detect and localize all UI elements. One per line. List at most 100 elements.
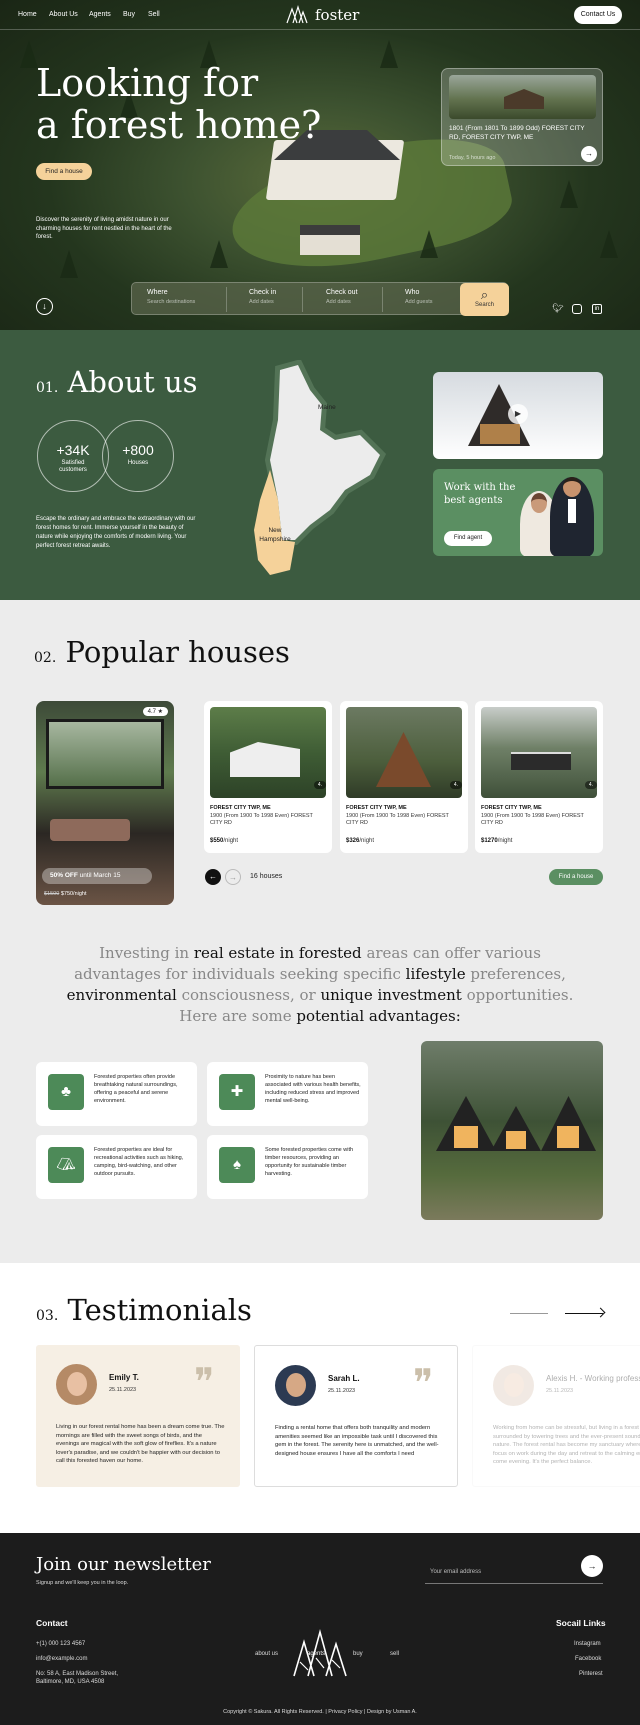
- instagram-icon[interactable]: [572, 304, 582, 314]
- footer-link-buy[interactable]: buy: [353, 1651, 363, 1657]
- newsletter-subtitle: Signup and we'll keep you in the loop.: [36, 1580, 129, 1586]
- house-title: FOREST CITY TWP, ME: [210, 805, 271, 811]
- quote-highlight: lifestyle: [405, 965, 466, 983]
- tree: [600, 230, 618, 258]
- search-button[interactable]: ⌕ Search: [460, 283, 509, 316]
- house-card[interactable]: 4. FOREST CITY TWP, ME 1900 (From 1900 T…: [340, 701, 468, 853]
- find-house-button[interactable]: Find a house: [549, 869, 603, 885]
- contact-phone[interactable]: +(1) 000 123 4567: [36, 1641, 85, 1647]
- video-thumbnail-window: [480, 424, 520, 444]
- logo[interactable]: foster: [285, 5, 359, 25]
- divider: [226, 287, 227, 312]
- advantage-text: Some forested properties come with timbe…: [265, 1147, 354, 1177]
- search-check-in[interactable]: Check in Add dates: [249, 289, 276, 305]
- prev-arrow-icon[interactable]: [510, 1313, 548, 1314]
- testimonial-date: 25.11.2023: [328, 1388, 356, 1394]
- nav-agents[interactable]: Agents: [89, 11, 111, 18]
- search-button-label: Search: [474, 302, 494, 308]
- testimonials-heading: 03. Testimonials: [36, 1293, 252, 1327]
- health-icon: ✚: [219, 1074, 255, 1110]
- footer: Join our newsletter Signup and we'll kee…: [0, 1533, 640, 1725]
- tree: [210, 240, 228, 268]
- arrow-right-icon[interactable]: →: [581, 146, 597, 162]
- offer-percent: 50% OFF: [50, 872, 78, 879]
- timber-icon: ♠: [219, 1147, 255, 1183]
- next-arrow-icon[interactable]: →: [225, 869, 241, 885]
- scroll-down-icon[interactable]: ↓: [36, 298, 53, 315]
- rating-badge: 4.: [449, 781, 462, 789]
- testimonial-card: Sarah L. 25.11.2023 ❞ Finding a rental h…: [254, 1345, 458, 1487]
- footer-link-agents[interactable]: agents: [307, 1651, 325, 1657]
- contact-us-button[interactable]: Contact Us: [574, 6, 622, 24]
- nav-about-us[interactable]: About Us: [49, 11, 78, 18]
- testimonial-card: Alexis H. - Working professional 25.11.2…: [472, 1345, 640, 1487]
- featured-house-card[interactable]: 4.7 ★ 50% OFF until March 15 $1500 $750/…: [36, 701, 174, 905]
- advantage-card: ⛺︎ Forested properties are ideal for rec…: [36, 1135, 197, 1199]
- price-unit: /night: [359, 838, 375, 844]
- social-link-instagram[interactable]: Instagram: [574, 1641, 601, 1647]
- about-section: 01. About us +34K Satisfied customers +8…: [0, 330, 640, 600]
- popular-heading: 02. Popular houses: [34, 635, 290, 669]
- house-address: 1900 (From 1900 To 1998 Even) FOREST CIT…: [481, 813, 584, 826]
- footer-link-sell[interactable]: sell: [390, 1651, 399, 1657]
- house-price: $326/night: [346, 838, 374, 844]
- rating-badge: 4.: [313, 781, 326, 789]
- house-price: $1270/night: [481, 838, 512, 844]
- search-who[interactable]: Who Add guests: [405, 289, 433, 305]
- social-heading: Socail Links: [556, 1618, 606, 1628]
- nav-sell[interactable]: Sell: [148, 11, 160, 18]
- tree: [380, 40, 398, 68]
- check-out-placeholder: Add dates: [326, 299, 351, 305]
- search-bar: Where Search destinations Check in Add d…: [131, 282, 509, 316]
- prev-arrow-icon[interactable]: ←: [205, 869, 221, 885]
- stat-label: Houses: [127, 460, 149, 466]
- divider: [382, 287, 383, 312]
- advantage-text: Proximity to nature has been associated …: [265, 1074, 361, 1104]
- find-agent-button[interactable]: Find agent: [444, 531, 492, 546]
- price-unit: /night: [223, 838, 239, 844]
- section-number: 01.: [36, 380, 59, 396]
- contact-address-1: No: 58 A, East Madison Street,: [36, 1671, 119, 1677]
- email-input[interactable]: Your email address: [425, 1564, 603, 1584]
- search-where[interactable]: Where Search destinations: [147, 289, 195, 305]
- featured-house-window: [46, 719, 164, 789]
- who-placeholder: Add guests: [405, 299, 433, 305]
- where-label: Where: [147, 289, 168, 296]
- linkedin-icon[interactable]: in: [592, 304, 602, 314]
- testimonial-text: Finding a rental home that offers both t…: [275, 1425, 439, 1457]
- offer-date: until March 15: [77, 872, 121, 879]
- featured-price: $1500 $750/night: [44, 891, 87, 897]
- offer-badge: 50% OFF until March 15: [42, 868, 152, 884]
- social-link-pinterest[interactable]: Pinterest: [579, 1671, 603, 1677]
- testimonial-name: Sarah L.: [328, 1374, 360, 1383]
- cabin-window: [454, 1126, 478, 1148]
- contact-email[interactable]: info@example.com: [36, 1656, 87, 1662]
- search-check-out[interactable]: Check out Add dates: [326, 289, 358, 305]
- house-card[interactable]: 4. FOREST CITY TWP, ME 1900 (From 1900 T…: [204, 701, 332, 853]
- check-out-label: Check out: [326, 289, 358, 296]
- avatar: [493, 1365, 534, 1406]
- find-house-button[interactable]: Find a house: [36, 163, 92, 180]
- quote-highlight: unique investment: [320, 986, 462, 1004]
- submit-arrow-icon[interactable]: →: [581, 1555, 603, 1577]
- logo-trees-icon: [286, 5, 308, 24]
- section-title: Testimonials: [67, 1293, 252, 1327]
- footer-link-about-us[interactable]: about us: [255, 1651, 278, 1657]
- popular-section: 02. Popular houses 4.7 ★ 50% OFF until M…: [0, 600, 640, 1263]
- nav-buy[interactable]: Buy: [123, 11, 135, 18]
- avatar: [56, 1364, 97, 1405]
- section-number: 02.: [34, 650, 57, 666]
- video-card[interactable]: ▶: [433, 372, 603, 459]
- stat-value: +34K: [56, 442, 90, 458]
- hero-title-line2: a forest home?: [36, 103, 322, 147]
- logo-text: foster: [315, 6, 360, 24]
- house-card[interactable]: 4. FOREST CITY TWP, ME 1900 (From 1900 T…: [475, 701, 603, 853]
- listing-card[interactable]: 1801 (From 1801 To 1899 Odd) FOREST CITY…: [441, 68, 603, 166]
- twitter-icon[interactable]: 🐦︎: [552, 303, 563, 314]
- where-placeholder: Search destinations: [147, 299, 196, 305]
- social-link-facebook[interactable]: Facebook: [575, 1656, 601, 1662]
- play-icon[interactable]: ▶: [508, 404, 528, 424]
- house-title: FOREST CITY TWP, ME: [481, 805, 542, 811]
- nav-home[interactable]: Home: [18, 11, 37, 18]
- who-label: Who: [405, 289, 420, 296]
